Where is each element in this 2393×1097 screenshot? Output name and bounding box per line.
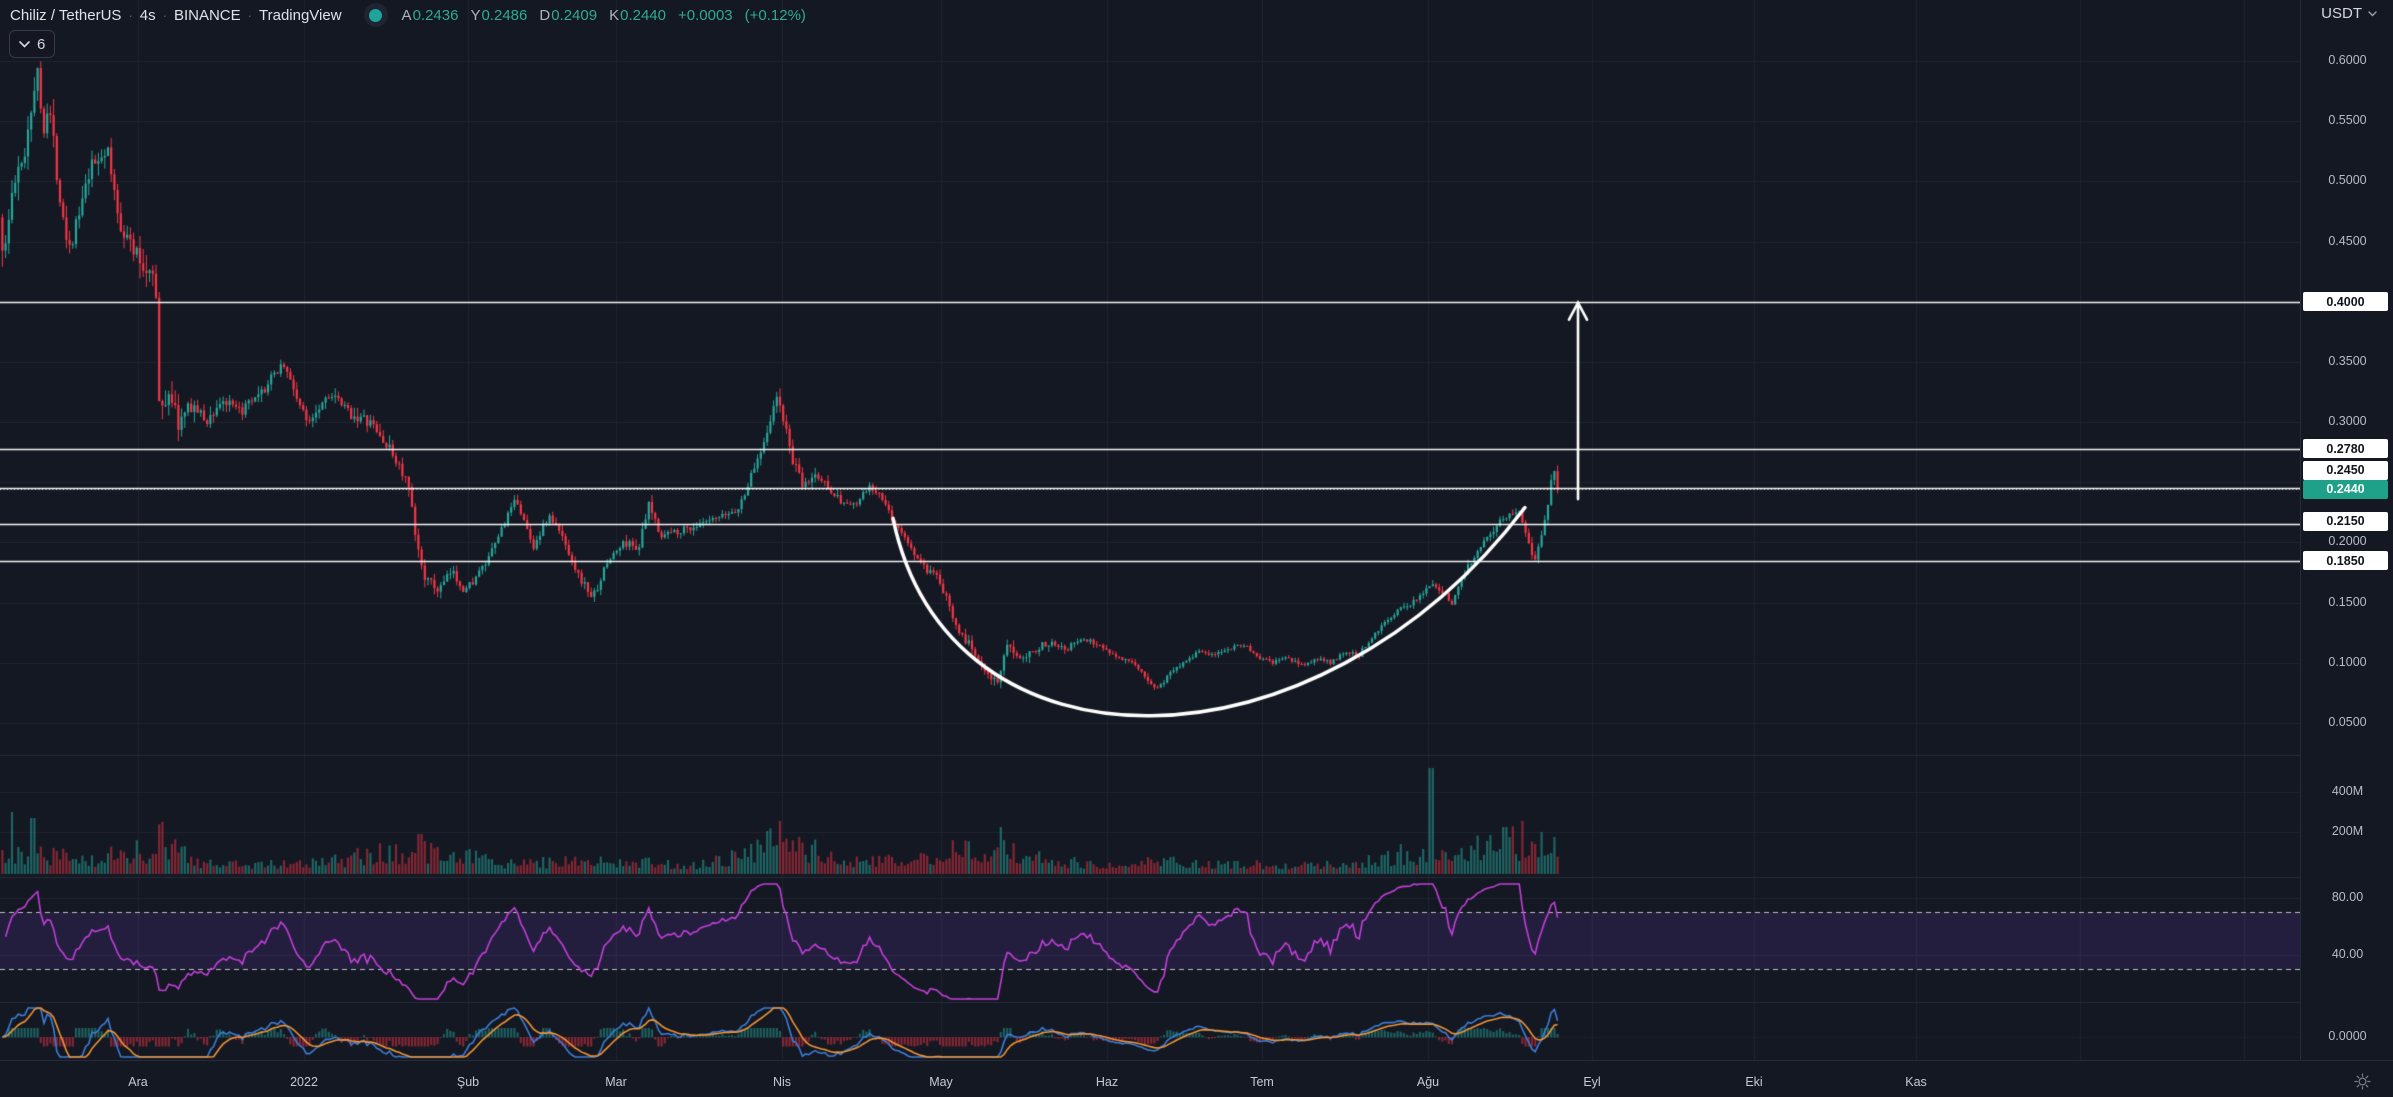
time-tick-label: Şub (456, 1075, 480, 1089)
chart-canvas[interactable] (0, 0, 2300, 1060)
separator-dot: · (247, 7, 252, 23)
price-axis[interactable]: 0.6000 0.5500 0.5000 0.4500 0.3500 0.3000 0.20… (2300, 0, 2393, 1060)
price-tick-label: 0.4500 (2328, 233, 2367, 248)
chevron-down-icon (2368, 10, 2377, 17)
price-tick-label: 0.1500 (2328, 594, 2367, 609)
last-price-label: 0.2440 (2303, 479, 2388, 499)
time-tick-label: Ağu (1416, 1075, 1440, 1089)
time-tick-label: Kas (1905, 1075, 1927, 1089)
time-tick-label: Tem (1250, 1075, 1274, 1089)
open-label: A (401, 6, 412, 24)
drawing-price-label: 0.2450 (2303, 460, 2388, 480)
tradingview-chart-page: { "header": { "symbol_title": "Chiliz / … (0, 0, 2393, 1097)
drawing-price-label: 0.4000 (2303, 292, 2388, 312)
price-tick-label: 0.5500 (2328, 113, 2367, 128)
platform-label: TradingView (259, 6, 342, 24)
chart-legend: Chiliz / TetherUS · 4s · BINANCE · Tradi… (10, 3, 806, 27)
price-tick-label: 0.5000 (2328, 173, 2367, 188)
drawing-price-label: 0.2780 (2303, 439, 2388, 459)
close-label: K (609, 6, 620, 24)
separator-dot: · (128, 7, 133, 23)
high-label: Y (470, 6, 481, 24)
low-label: D (539, 6, 551, 24)
time-axis[interactable]: Ara 2022 Şub Mar Nis May Haz Tem Ağu Eyl Eki Kas (0, 1060, 2393, 1097)
volume-tick-label: 200M (2331, 824, 2364, 838)
time-tick-label: Haz (1095, 1075, 1119, 1089)
chevron-down-icon (19, 40, 30, 48)
low-value: 0.2409 (551, 6, 598, 24)
price-tick-label: 0.3000 (2328, 414, 2367, 429)
price-tick-label: 0.2000 (2328, 534, 2367, 549)
change-value: +0.0003 (678, 6, 733, 24)
sun-icon[interactable] (2354, 1073, 2371, 1090)
high-value: 0.2486 (481, 6, 528, 24)
exchange-label: BINANCE (173, 6, 241, 24)
time-tick-label: 2022 (290, 1075, 318, 1089)
time-tick-label: Mar (605, 1075, 627, 1089)
drawing-price-label: 0.2150 (2303, 511, 2388, 531)
price-tick-label: 0.1000 (2328, 654, 2367, 669)
time-tick-label: Eyl (1583, 1075, 1601, 1089)
osc-tick-label: 0.0000 (2328, 1029, 2367, 1043)
symbol-title[interactable]: Chiliz / TetherUS (10, 7, 121, 24)
object-tree-badge[interactable]: 6 (9, 30, 56, 58)
interval-label[interactable]: 4s (140, 7, 156, 24)
price-tick-label: 0.6000 (2328, 53, 2367, 67)
market-status-dot (363, 3, 388, 27)
rsi-tick-label: 40.00 (2331, 947, 2364, 961)
time-tick-label: Eki (1745, 1075, 1763, 1089)
object-count-label: 6 (37, 35, 46, 53)
volume-tick-label: 400M (2331, 784, 2364, 798)
price-tick-label: 0.3500 (2328, 353, 2367, 368)
currency-label: USDT (2321, 5, 2362, 22)
time-tick-label: Nis (772, 1075, 792, 1089)
change-percent: (+0.12%) (744, 6, 806, 24)
ohlc-values: A 0.2436 Y 0.2486 D 0.2409 K 0.2440 +0.0003 … (402, 7, 806, 24)
open-value: 0.2436 (412, 6, 459, 24)
time-tick-label: May (929, 1075, 953, 1089)
currency-selector[interactable]: USDT (2321, 5, 2377, 22)
close-value: 0.2440 (620, 6, 666, 24)
price-tick-label: 0.0500 (2328, 715, 2367, 729)
rsi-tick-label: 80.00 (2331, 890, 2364, 904)
drawing-price-label: 0.1850 (2303, 551, 2388, 570)
time-tick-label: Ara (128, 1075, 148, 1089)
separator-dot: · (162, 7, 167, 23)
